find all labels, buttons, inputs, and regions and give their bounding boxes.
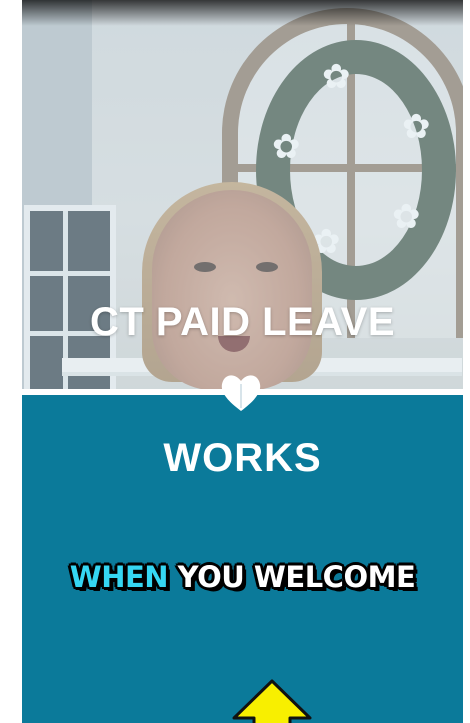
video-frame[interactable]: ✿ ✿ ✿ ✿ ✿ CT PAID LEAVE WORKS WHEN YOU W…: [22, 0, 463, 723]
headline-bottom: WORKS: [163, 436, 322, 480]
caption-highlight-word: WHEN: [69, 560, 169, 594]
subtitle-caption: WHEN YOU WELCOME: [22, 560, 463, 594]
caption-text: YOU WELCOME: [168, 560, 416, 594]
heart-icon: [221, 375, 261, 411]
page-margin: [463, 0, 470, 723]
headline-top: CT PAID LEAVE: [89, 300, 396, 344]
arrow-up-icon: [232, 679, 312, 723]
top-shadow: [22, 0, 463, 26]
